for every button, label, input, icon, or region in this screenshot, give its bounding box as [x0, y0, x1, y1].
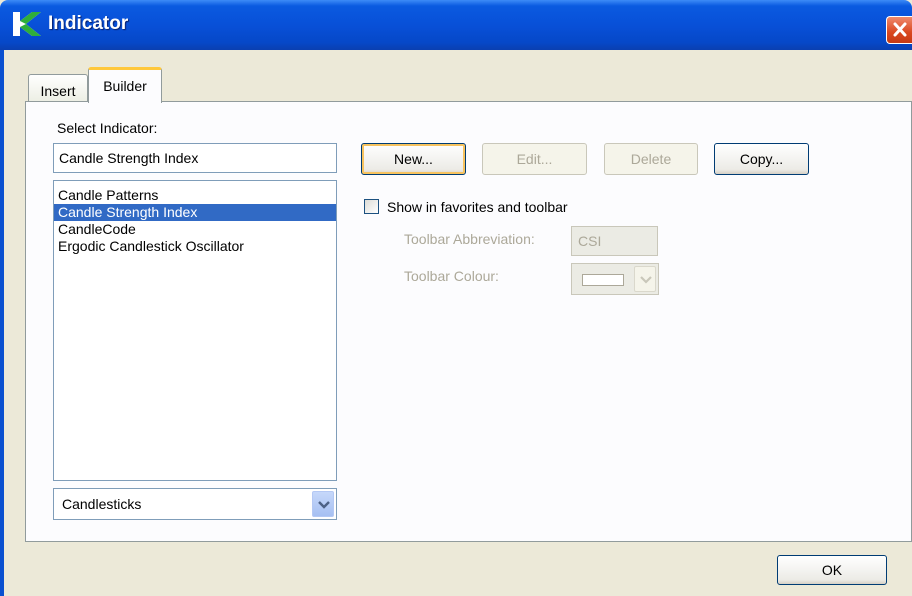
- indicator-list[interactable]: Candle Patterns Candle Strength Index Ca…: [53, 180, 337, 481]
- toolbar-colour-label: Toolbar Colour:: [404, 268, 499, 284]
- chevron-down-icon: [318, 501, 330, 509]
- dropdown-arrow-button[interactable]: [312, 491, 334, 517]
- toolbar-abbreviation-label: Toolbar Abbreviation:: [404, 231, 535, 247]
- indicator-name-input[interactable]: Candle Strength Index: [53, 143, 337, 173]
- tab-label: Insert: [40, 83, 76, 99]
- category-dropdown[interactable]: Candlesticks: [53, 488, 337, 520]
- new-button[interactable]: New...: [361, 143, 466, 175]
- window-title: Indicator: [48, 13, 129, 34]
- edit-button[interactable]: Edit...: [482, 143, 587, 175]
- chevron-down-icon: [640, 276, 652, 284]
- copy-button[interactable]: Copy...: [714, 143, 809, 175]
- list-item-selected[interactable]: Candle Strength Index: [54, 204, 336, 221]
- select-indicator-label: Select Indicator:: [57, 120, 158, 136]
- tab-builder[interactable]: Builder: [88, 67, 162, 103]
- title-bar[interactable]: Indicator: [0, 0, 912, 50]
- close-button[interactable]: [886, 16, 912, 44]
- list-item[interactable]: CandleCode: [54, 221, 336, 238]
- show-in-favorites-label[interactable]: Show in favorites and toolbar: [387, 199, 568, 215]
- list-item[interactable]: Candle Patterns: [54, 187, 336, 204]
- ok-button[interactable]: OK: [777, 555, 887, 585]
- window-frame-left: [0, 50, 4, 596]
- delete-button[interactable]: Delete: [604, 143, 698, 175]
- show-in-favorites-checkbox[interactable]: [364, 199, 379, 214]
- category-value: Candlesticks: [62, 496, 142, 512]
- k-logo-icon: [12, 10, 42, 38]
- colour-swatch: [582, 274, 624, 286]
- indicator-dialog: Indicator Insert Builder Select Indicato…: [0, 0, 912, 596]
- toolbar-abbreviation-input[interactable]: CSI: [571, 226, 658, 256]
- list-item[interactable]: Ergodic Candlestick Oscillator: [54, 238, 336, 255]
- tab-insert[interactable]: Insert: [28, 74, 88, 102]
- colour-dropdown-arrow[interactable]: [634, 266, 656, 292]
- toolbar-colour-dropdown[interactable]: [571, 263, 659, 295]
- tab-label: Builder: [103, 78, 147, 94]
